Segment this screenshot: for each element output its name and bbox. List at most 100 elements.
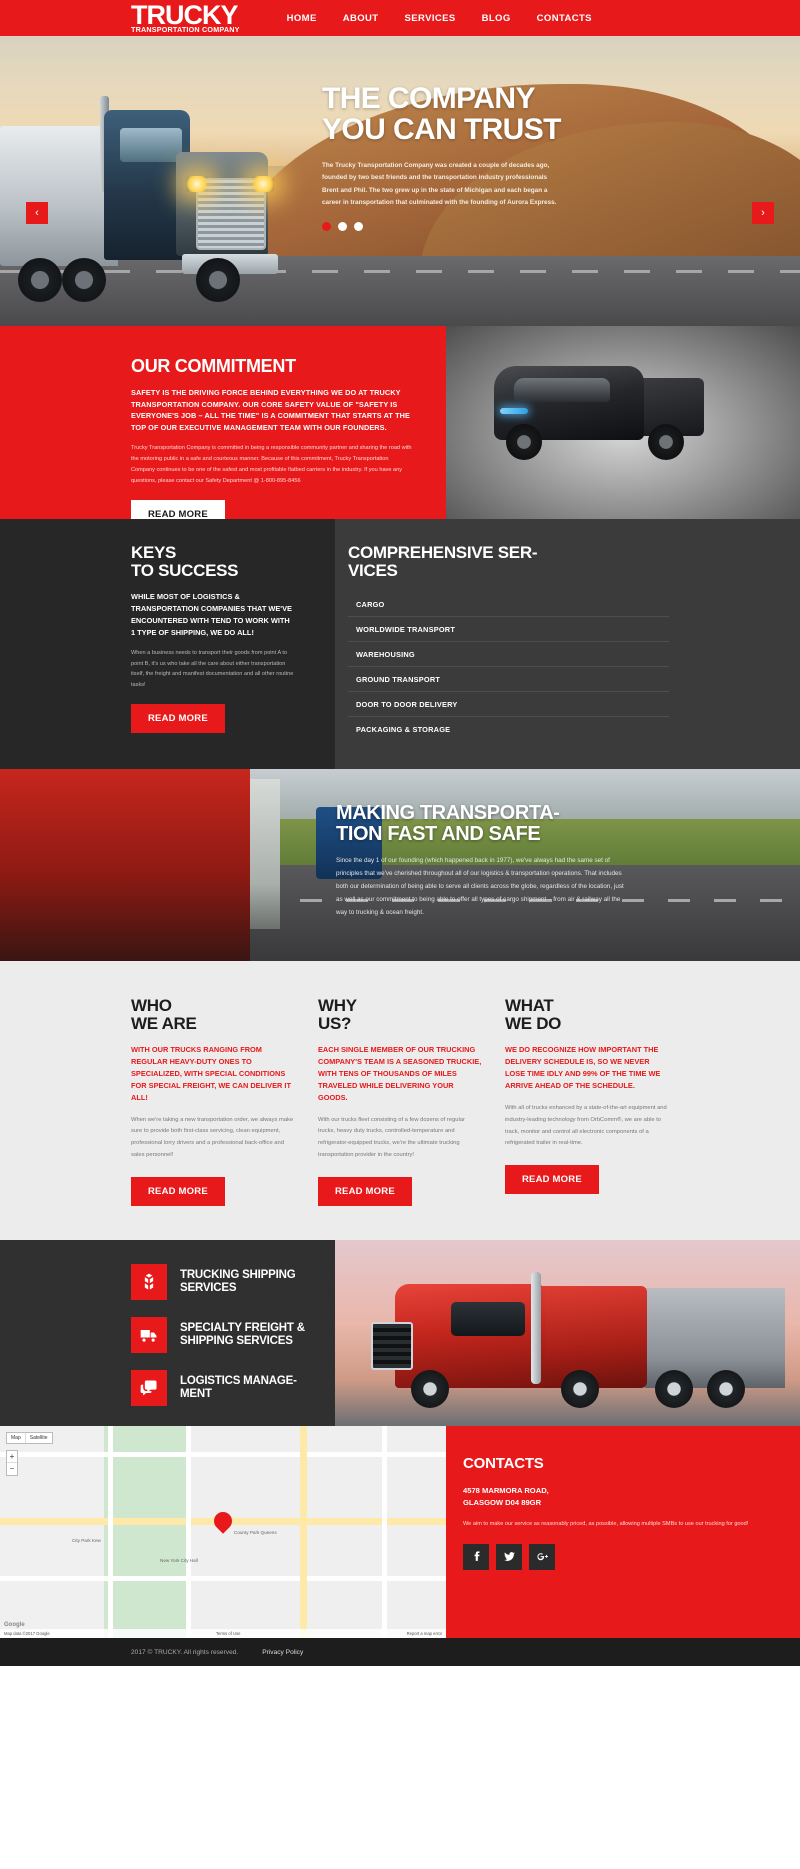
truck-headlight-left (186, 176, 208, 192)
big-truck-image-panel (335, 1240, 800, 1427)
contacts-title: CONTACTS (463, 1455, 544, 1473)
big-truck-window (451, 1302, 525, 1337)
keys-panel: KEYS TO SUCCESS WHILE MOST OF LOGISTICS … (0, 519, 335, 769)
site-header: TRUCKY TRANSPORTATION COMPANY HOME ABOUT… (0, 0, 800, 36)
making-content: MAKING TRANSPORTA- TION FAST AND SAFE Si… (336, 802, 656, 920)
map-zoom-control[interactable]: + − (6, 1450, 18, 1477)
map-zoom-out-button[interactable]: − (7, 1463, 17, 1475)
logo-tagline: TRANSPORTATION COMPANY (131, 25, 240, 35)
services-title-line-2: VICES (348, 560, 398, 580)
keys-read-more-button[interactable]: READ MORE (131, 704, 225, 734)
site-footer: 2017 © TRUCKY. All rights reserved. Priv… (0, 1638, 800, 1667)
nav-item-home[interactable]: HOME (287, 13, 317, 24)
commitment-title: OUR COMMITMENT (131, 356, 296, 376)
facebook-icon[interactable] (463, 1543, 489, 1570)
social-links (463, 1543, 760, 1570)
column-what-we-do: WHAT WE DO WE DO RECOGNIZE HOW IMPORTANT… (505, 995, 669, 1206)
big-truck-wheel (411, 1370, 449, 1409)
google-plus-icon[interactable] (529, 1543, 555, 1570)
hero-dot-2[interactable] (338, 221, 347, 231)
commitment-lead: SAFETY IS THE DRIVING FORCE BEHIND EVERY… (131, 387, 410, 433)
three-column-section: WHO WE ARE WITH OUR TRUCKS RANGING FROM … (0, 960, 800, 1241)
making-title: MAKING TRANSPORTA- TION FAST AND SAFE (336, 802, 656, 845)
google-map[interactable]: Map Satellite + − County Park Queens Cit… (0, 1426, 446, 1639)
map-attribution-report[interactable]: Report a map error (407, 1631, 442, 1636)
column-title-line-2: WE ARE (131, 1013, 197, 1033)
map-label-city-hall: New York City Hall (160, 1558, 198, 1564)
hero-dot-1[interactable] (322, 221, 331, 231)
map-attribution-terms[interactable]: Terms of Use (216, 1631, 241, 1636)
map-marker-label: County Park Queens (234, 1530, 277, 1536)
concept-truck-wheel (648, 424, 684, 460)
map-road (186, 1426, 191, 1639)
icon-service-label-line-1: TRUCKING SHIPPING (180, 1268, 296, 1281)
making-title-line-2: TION FAST AND SAFE (336, 822, 541, 845)
hero-content: THE COMPANY YOU CAN TRUST The Trucky Tra… (322, 82, 652, 231)
icon-service-specialty-freight[interactable]: SPECIALTY FREIGHT & SHIPPING SERVICES (131, 1317, 319, 1354)
service-item-warehousing[interactable]: WAREHOUSING (348, 642, 669, 667)
icon-service-logistics-management[interactable]: LOGISTICS MANAGE- MENT (131, 1370, 319, 1407)
concept-truck-window (514, 378, 610, 402)
hero-next-arrow-icon[interactable]: › (752, 202, 774, 224)
truck-wheel (18, 258, 62, 302)
services-title: COMPREHENSIVE SER- VICES (348, 544, 669, 580)
commitment-text-panel: OUR COMMITMENT SAFETY IS THE DRIVING FOR… (0, 326, 446, 529)
map-road (382, 1426, 387, 1639)
boxes-icon (131, 1264, 167, 1301)
map-tab-satellite[interactable]: Satellite (26, 1433, 52, 1443)
column-title: WHY US? (318, 995, 482, 1033)
icon-services-section: TRUCKING SHIPPING SERVICES SPECIALTY FRE… (0, 1240, 800, 1427)
column-title-line-1: WHY (318, 995, 357, 1015)
big-truck-grille (371, 1322, 413, 1371)
column-read-more-button[interactable]: READ MORE (131, 1177, 225, 1207)
map-zoom-in-button[interactable]: + (7, 1451, 17, 1464)
big-truck-wheel (655, 1370, 693, 1409)
nav-item-about[interactable]: ABOUT (343, 13, 379, 24)
services-title-line-1: COMPREHENSIVE SER- (348, 543, 538, 562)
icon-service-label: TRUCKING SHIPPING SERVICES (180, 1268, 296, 1296)
nav-item-services[interactable]: SERVICES (405, 13, 456, 24)
hero-truck-image (0, 77, 330, 312)
map-road (0, 1576, 446, 1582)
column-lead: EACH SINGLE MEMBER OF OUR TRUCKING COMPA… (318, 1045, 482, 1102)
nav-item-contacts[interactable]: CONTACTS (537, 13, 592, 24)
hero-dot-3[interactable] (354, 221, 363, 231)
making-red-truck-image (0, 768, 250, 961)
icon-service-label-line-2: SHIPPING SERVICES (180, 1335, 293, 1348)
twitter-icon[interactable] (496, 1543, 522, 1570)
map-tab-map[interactable]: Map (7, 1433, 26, 1444)
truck-headlight-right (252, 176, 274, 192)
map-highway (300, 1426, 307, 1639)
map-attribution-bar: Map data ©2017 Google Terms of Use Repor… (0, 1629, 446, 1639)
big-truck-wheel (707, 1370, 745, 1409)
icon-services-list: TRUCKING SHIPPING SERVICES SPECIALTY FRE… (0, 1240, 335, 1427)
map-park-area (104, 1426, 188, 1639)
icon-service-label-line-1: SPECIALTY FREIGHT & (180, 1321, 305, 1334)
service-item-cargo[interactable]: CARGO (348, 592, 669, 617)
column-read-more-button[interactable]: READ MORE (505, 1165, 599, 1195)
icon-service-trucking-shipping[interactable]: TRUCKING SHIPPING SERVICES (131, 1264, 319, 1301)
hero-slider: THE COMPANY YOU CAN TRUST The Trucky Tra… (0, 36, 800, 326)
service-item-ground-transport[interactable]: GROUND TRANSPORT (348, 667, 669, 692)
map-marker-pin-icon[interactable] (214, 1512, 232, 1536)
service-item-packaging-storage[interactable]: PACKAGING & STORAGE (348, 717, 669, 741)
service-item-door-to-door-delivery[interactable]: DOOR TO DOOR DELIVERY (348, 692, 669, 717)
icon-service-label-line-2: SERVICES (180, 1282, 237, 1295)
column-read-more-button[interactable]: READ MORE (318, 1177, 412, 1207)
hero-prev-arrow-icon[interactable]: ‹ (26, 202, 48, 224)
column-title-line-1: WHAT (505, 995, 554, 1015)
commitment-image-panel (446, 326, 800, 519)
keys-title: KEYS TO SUCCESS (131, 544, 295, 580)
map-type-control[interactable]: Map Satellite (6, 1432, 53, 1445)
footer-privacy-policy-link[interactable]: Privacy Policy (262, 1649, 303, 1656)
keys-body: When a business needs to transport their… (131, 649, 294, 689)
contacts-panel: CONTACTS 4578 MARMORA ROAD, GLASGOW D04 … (446, 1426, 800, 1639)
column-why-us: WHY US? EACH SINGLE MEMBER OF OUR TRUCKI… (318, 995, 482, 1207)
truck-wheel (62, 258, 106, 302)
logo[interactable]: TRUCKY TRANSPORTATION COMPANY (131, 2, 240, 35)
column-who-we-are: WHO WE ARE WITH OUR TRUCKS RANGING FROM … (131, 996, 295, 1207)
hero-title-line-1: THE COMPANY (322, 82, 535, 115)
contacts-address-line-2: GLASGOW D04 89GR (463, 1497, 542, 1507)
nav-item-blog[interactable]: BLOG (482, 13, 511, 24)
service-item-worldwide-transport[interactable]: WORLDWIDE TRANSPORT (348, 617, 669, 642)
